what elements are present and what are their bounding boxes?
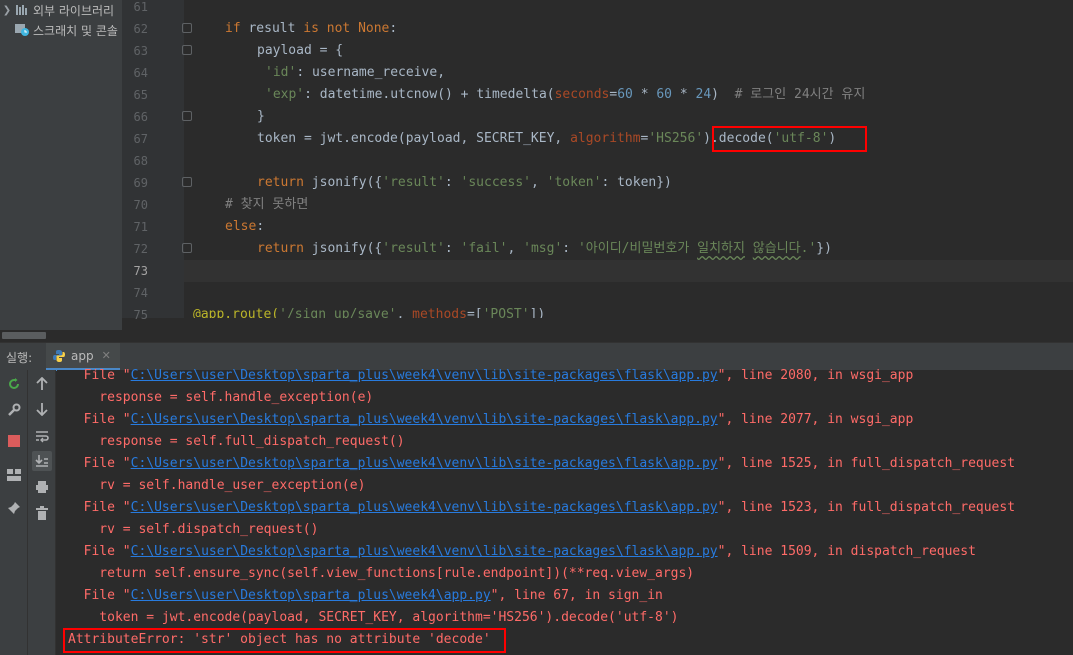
console-line: File "C:\Users\user\Desktop\sparta_plus\… <box>68 456 1016 471</box>
tree-item-external-libraries[interactable]: ❯ 외부 라이브러리 <box>0 0 114 20</box>
line-number: 74 <box>133 286 148 300</box>
editor-bottom-area <box>122 318 1073 342</box>
console-line: File "C:\Users\user\Desktop\sparta_plus\… <box>68 500 1016 515</box>
scroll-to-end-icon[interactable] <box>32 451 52 471</box>
stop-icon[interactable] <box>4 431 24 451</box>
code-line-62: if result is not None: <box>225 21 398 36</box>
console-line: return self.ensure_sync(self.view_functi… <box>68 566 695 581</box>
run-label: 실행: <box>6 351 33 365</box>
scratch-icon <box>14 23 30 37</box>
library-icon <box>14 3 30 17</box>
file-link[interactable]: C:\Users\user\Desktop\sparta_plus\week4\… <box>131 588 491 603</box>
code-line-66: } <box>257 109 265 124</box>
fold-marker-icon[interactable] <box>182 243 192 253</box>
line-number: 65 <box>133 88 148 102</box>
close-icon[interactable]: ✕ <box>102 349 111 362</box>
code-line-65: 'exp': datetime.utcnow() + timedelta(sec… <box>265 87 866 102</box>
console-line: File "C:\Users\user\Desktop\sparta_plus\… <box>68 412 914 427</box>
console-line: File "C:\Users\user\Desktop\sparta_plus\… <box>68 544 976 559</box>
trash-icon[interactable] <box>32 503 52 523</box>
line-number: 61 <box>133 0 148 14</box>
layout-icon[interactable] <box>4 465 24 485</box>
tree-scrollbar[interactable] <box>2 332 46 339</box>
line-number: 64 <box>133 66 148 80</box>
line-number: 62 <box>133 22 148 36</box>
fold-marker-icon[interactable] <box>182 111 192 121</box>
highlight-box-decode-call <box>712 126 867 152</box>
fold-marker-icon[interactable] <box>182 45 192 55</box>
line-number-current: 73 <box>133 264 148 278</box>
console-line: token = jwt.encode(payload, SECRET_KEY, … <box>68 610 679 625</box>
file-link[interactable]: C:\Users\user\Desktop\sparta_plus\week4\… <box>131 368 718 383</box>
file-link[interactable]: C:\Users\user\Desktop\sparta_plus\week4\… <box>131 544 718 559</box>
code-line-69: return jsonify({'result': 'success', 'to… <box>257 175 672 190</box>
arrow-up-icon[interactable] <box>32 374 52 394</box>
code-line-64: 'id': username_receive, <box>265 65 446 80</box>
tree-item-scratches[interactable]: 스크래치 및 콘솔 <box>0 20 118 40</box>
pin-icon[interactable] <box>4 498 24 518</box>
console-line: File "C:\Users\user\Desktop\sparta_plus\… <box>68 368 914 383</box>
code-line-75: @app.route('/sign_up/save', methods=['PO… <box>193 307 546 318</box>
chevron-right-icon[interactable]: ❯ <box>0 5 14 16</box>
line-number: 68 <box>133 154 148 168</box>
arrow-down-icon[interactable] <box>32 399 52 419</box>
code-line-70: # 찾지 못하면 <box>225 197 309 212</box>
line-number: 63 <box>133 44 148 58</box>
line-number: 70 <box>133 198 148 212</box>
code-line-72: return jsonify({'result': 'fail', 'msg':… <box>257 241 832 256</box>
highlight-box-error <box>63 628 506 653</box>
fold-marker-icon[interactable] <box>182 177 192 187</box>
code-line-63: payload = { <box>257 43 344 58</box>
file-link[interactable]: C:\Users\user\Desktop\sparta_plus\week4\… <box>131 456 718 471</box>
line-number: 66 <box>133 110 148 124</box>
soft-wrap-icon[interactable] <box>32 426 52 446</box>
python-icon <box>52 349 66 363</box>
line-number: 71 <box>133 220 148 234</box>
console-line: response = self.full_dispatch_request() <box>68 434 405 449</box>
console-line: response = self.handle_exception(e) <box>68 390 374 405</box>
current-line-highlight <box>184 260 1073 282</box>
print-icon[interactable] <box>32 477 52 497</box>
line-number: 75 <box>133 308 148 322</box>
tree-item-label: 외부 라이브러리 <box>33 3 115 18</box>
project-tree: ❯ 외부 라이브러리 스크래치 및 콘솔 <box>0 0 122 330</box>
line-number: 69 <box>133 176 148 190</box>
run-toolbar-right <box>28 370 56 655</box>
console-line: rv = self.handle_user_exception(e) <box>68 478 366 493</box>
tab-label: app <box>71 348 94 363</box>
console-line: File "C:\Users\user\Desktop\sparta_plus\… <box>68 588 663 603</box>
run-toolbar-left <box>0 370 28 655</box>
wrench-icon[interactable] <box>4 400 24 420</box>
fold-marker-icon[interactable] <box>182 23 192 33</box>
rerun-icon[interactable] <box>4 374 24 394</box>
tree-item-label: 스크래치 및 콘솔 <box>33 23 118 38</box>
file-link[interactable]: C:\Users\user\Desktop\sparta_plus\week4\… <box>131 412 718 427</box>
line-number: 72 <box>133 242 148 256</box>
file-link[interactable]: C:\Users\user\Desktop\sparta_plus\week4\… <box>131 500 718 515</box>
line-number: 67 <box>133 132 148 146</box>
console-line: rv = self.dispatch_request() <box>68 522 319 537</box>
code-line-71: else: <box>225 219 265 234</box>
